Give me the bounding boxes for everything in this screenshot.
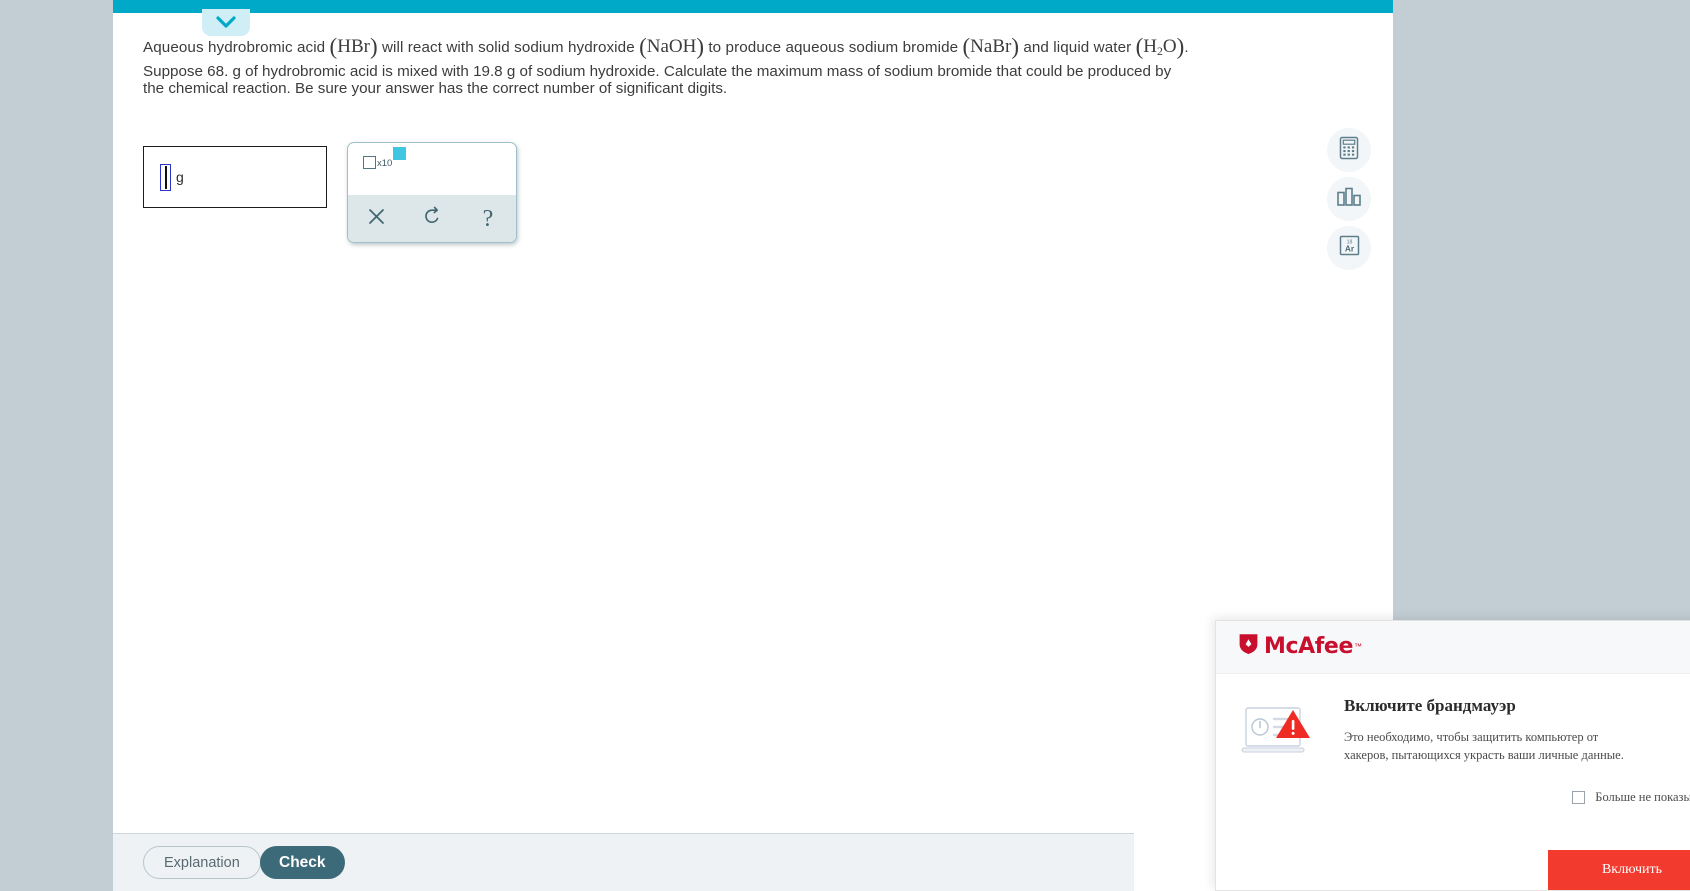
dont-show-again-label: Больше не показывать bbox=[1595, 790, 1690, 804]
reaction-text-4: and liquid water bbox=[1019, 39, 1136, 56]
question-statement: Suppose 68. g of hydrobromic acid is mix… bbox=[143, 63, 1172, 97]
exponent-placeholder-box[interactable] bbox=[393, 147, 406, 160]
footer-action-bar: Explanation Check bbox=[113, 833, 1134, 891]
help-button[interactable]: ? bbox=[460, 195, 516, 242]
top-accent-bar bbox=[113, 0, 1393, 13]
explanation-button[interactable]: Explanation bbox=[143, 846, 261, 879]
bar-chart-icon bbox=[1336, 187, 1362, 212]
x-close-icon bbox=[367, 207, 386, 231]
mcafee-title: Включите брандмауэр bbox=[1344, 696, 1516, 715]
sci-keypad-display: x10 bbox=[348, 143, 516, 195]
mcafee-description: Это необходимо, чтобы защитить компьютер… bbox=[1344, 730, 1624, 762]
mcafee-popup-footer: Больше не показывать Включить bbox=[1216, 790, 1690, 890]
calculator-tool[interactable] bbox=[1327, 128, 1371, 172]
dont-show-again-row[interactable]: Больше не показывать bbox=[1572, 790, 1690, 805]
undo-arrow-icon bbox=[422, 206, 442, 231]
mantissa-placeholder-box[interactable] bbox=[363, 156, 376, 169]
times-ten-label: x10 bbox=[377, 158, 393, 169]
mcafee-popup-header: McAfee ™ bbox=[1216, 621, 1690, 674]
mcafee-logo: McAfee ™ bbox=[1238, 633, 1362, 660]
formula-nabr: (NaBr) bbox=[962, 34, 1020, 59]
text-caret bbox=[160, 164, 171, 191]
enable-firewall-button[interactable]: Включить bbox=[1548, 850, 1690, 890]
svg-text:Ar: Ar bbox=[1344, 243, 1354, 253]
dont-show-again-checkbox[interactable] bbox=[1572, 791, 1586, 804]
periodic-element-icon: 18 Ar bbox=[1338, 234, 1361, 262]
formula-naoh: (NaOH) bbox=[639, 34, 705, 59]
mcafee-shield-icon bbox=[1238, 633, 1259, 660]
formula-hbr: (HBr) bbox=[329, 34, 378, 59]
mcafee-trademark: ™ bbox=[1353, 642, 1362, 651]
problem-area: Aqueous hydrobromic acid (HBr) will reac… bbox=[0, 13, 1371, 833]
calculator-icon bbox=[1338, 136, 1360, 165]
formula-water: (H2O) bbox=[1135, 34, 1185, 59]
tool-rail: 18 Ar bbox=[1327, 128, 1371, 275]
answer-input[interactable]: g bbox=[143, 146, 327, 208]
clear-button[interactable] bbox=[348, 195, 404, 242]
mcafee-message: Включите брандмауэр Это необходимо, чтоб… bbox=[1344, 696, 1690, 764]
undo-button[interactable] bbox=[404, 195, 460, 242]
sci-keypad-actions: ? bbox=[348, 195, 516, 242]
sci-notation-token: x10 bbox=[363, 147, 406, 169]
check-button[interactable]: Check bbox=[260, 846, 345, 879]
answer-unit-label: g bbox=[176, 169, 184, 185]
reaction-text-3: to produce aqueous sodium bromide bbox=[704, 39, 963, 56]
answer-value-wrap: g bbox=[160, 164, 184, 191]
scientific-notation-keypad[interactable]: x10 ? bbox=[347, 142, 517, 243]
firewall-illustration bbox=[1240, 704, 1318, 762]
reaction-text-5: . bbox=[1184, 39, 1189, 56]
reaction-text-1: Aqueous hydrobromic acid bbox=[143, 39, 330, 56]
reaction-text-2: will react with solid sodium hydroxide bbox=[377, 39, 640, 56]
reaction-statement: Aqueous hydrobromic acid (HBr) will reac… bbox=[143, 34, 1263, 60]
mcafee-notification-popup: McAfee ™ Включите брандмауэр Это необход… bbox=[1215, 620, 1690, 891]
question-mark-icon: ? bbox=[482, 205, 494, 232]
app-root: Aqueous hydrobromic acid (HBr) will reac… bbox=[0, 0, 1690, 891]
periodic-table-tool[interactable]: 18 Ar bbox=[1327, 226, 1371, 270]
mcafee-wordmark: McAfee bbox=[1264, 634, 1353, 659]
chart-tool[interactable] bbox=[1327, 177, 1371, 221]
